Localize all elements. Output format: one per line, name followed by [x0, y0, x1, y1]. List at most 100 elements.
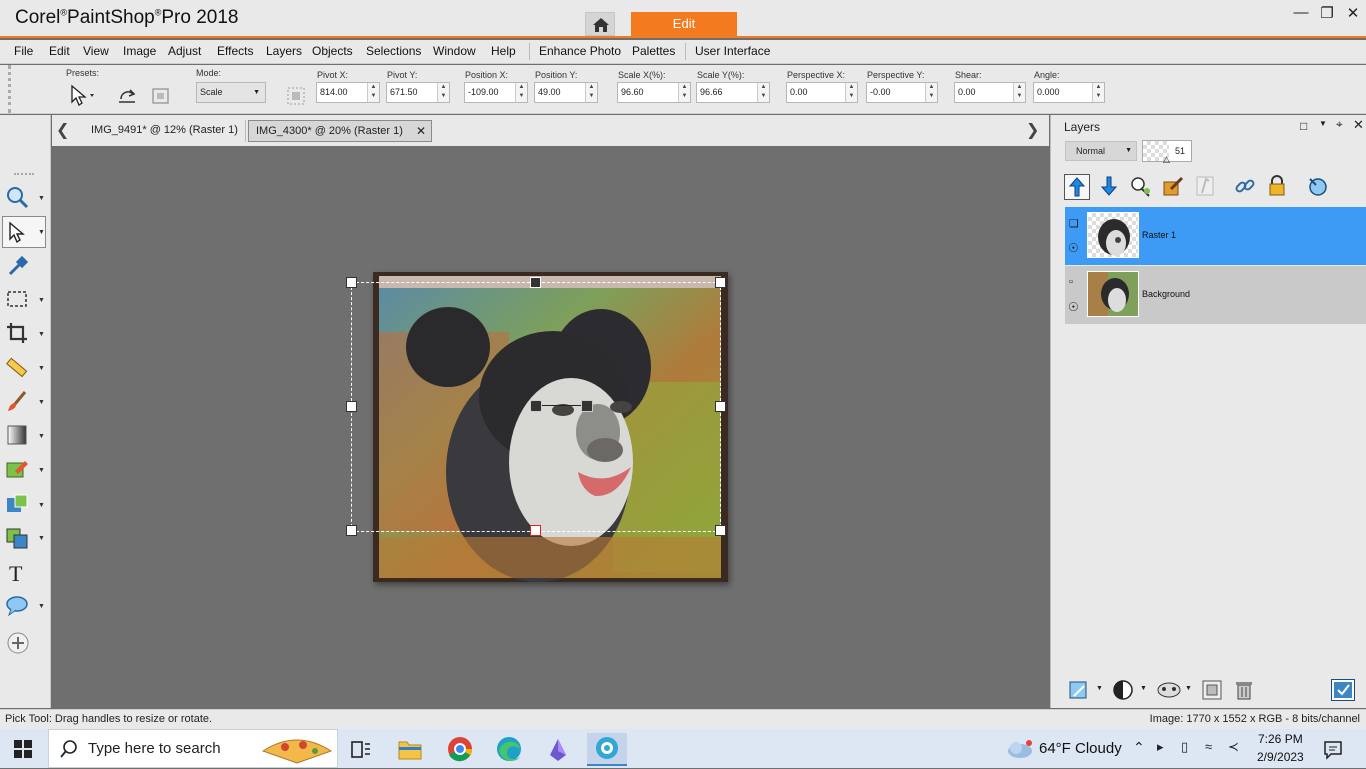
scale-x-field[interactable]: 96.60 ▲ ▼ [617, 82, 691, 103]
angle-field[interactable]: 0.000 ▲ ▼ [1033, 82, 1105, 103]
crop-tool[interactable] [5, 321, 31, 347]
shear-field[interactable]: 0.00 ▲ ▼ [954, 82, 1026, 103]
layer-row-raster1[interactable]: ❏ ☉ Raster 1 [1065, 207, 1366, 265]
menu-adjust[interactable]: Adjust [168, 44, 201, 58]
handle-bottom-right[interactable] [715, 525, 726, 536]
handle-middle-right[interactable] [715, 401, 726, 412]
perspective-x-field[interactable]: 0.00 ▲ ▼ [786, 82, 858, 103]
battery-icon[interactable]: ▯ [1181, 739, 1188, 755]
pin-icon[interactable]: ⌖ [1336, 117, 1343, 132]
eye-icon[interactable]: ☉ [1068, 241, 1079, 255]
spinner-icon[interactable]: ▲ ▼ [845, 83, 857, 102]
pivot-x-field[interactable]: 814.00 ▲ ▼ [316, 82, 380, 103]
menu-effects[interactable]: Effects [217, 44, 253, 58]
home-tab[interactable] [585, 12, 615, 36]
visibility-toggle-button[interactable] [1305, 174, 1331, 200]
spinner-icon[interactable]: ▲ ▼ [585, 83, 597, 102]
grip-handle[interactable] [8, 65, 18, 113]
spinner-icon[interactable]: ▲ ▼ [437, 83, 449, 102]
file-explorer-button[interactable] [390, 733, 430, 766]
document-tab-active[interactable]: IMG_4300* @ 20% (Raster 1) ✕ [248, 120, 432, 142]
add-tool-button[interactable] [5, 630, 31, 656]
edge-button[interactable] [489, 733, 529, 766]
link-layers-button[interactable] [1233, 174, 1259, 200]
maximize-icon[interactable]: □ [1300, 119, 1307, 133]
pivot-icon[interactable] [285, 85, 307, 107]
position-y-field[interactable]: 49.00 ▲ ▼ [534, 82, 598, 103]
group-layers-button[interactable] [1201, 679, 1223, 701]
close-window-button[interactable]: ✕ [1340, 4, 1366, 22]
notifications-button[interactable] [1322, 738, 1344, 760]
chevron-down-icon[interactable]: ▼ [38, 195, 45, 202]
dropper-tool[interactable] [5, 253, 31, 279]
mask-button[interactable] [1193, 174, 1219, 200]
edit-layer-button[interactable] [1161, 174, 1187, 200]
toolbar-grip[interactable] [14, 173, 34, 175]
paintshop-button[interactable] [587, 733, 627, 766]
eye-icon[interactable]: ☉ [1068, 300, 1079, 314]
minimize-button[interactable]: — [1288, 4, 1314, 22]
chevron-down-icon[interactable]: ▼ [38, 603, 45, 610]
mask-layer-button[interactable] [1156, 679, 1182, 701]
menu-selections[interactable]: Selections [366, 44, 421, 58]
handle-middle-left[interactable] [346, 401, 357, 412]
document-tab[interactable]: IMG_9491* @ 12% (Raster 1) [84, 120, 244, 142]
menu-layers[interactable]: Layers [266, 44, 302, 58]
straighten-tool[interactable] [5, 355, 31, 381]
spinner-icon[interactable]: ▲ ▼ [925, 83, 937, 102]
spinner-icon[interactable]: ▲ ▼ [757, 83, 769, 102]
text-tool[interactable]: T [5, 560, 31, 586]
pivot-y-field[interactable]: 671.50 ▲ ▼ [386, 82, 450, 103]
chevron-down-icon[interactable]: ▼ [38, 467, 45, 474]
chevron-down-icon[interactable]: ▼ [1140, 685, 1147, 692]
position-x-field[interactable]: -109.00 ▲ ▼ [464, 82, 528, 103]
restore-button[interactable]: ❐ [1314, 4, 1340, 22]
chevron-down-icon[interactable]: ▼ [38, 365, 45, 372]
menu-edit[interactable]: Edit [49, 44, 70, 58]
adjustment-layer-button[interactable] [1112, 679, 1134, 701]
mode-select[interactable]: Scale ▼ [196, 82, 266, 103]
menu-window[interactable]: Window [433, 44, 476, 58]
lock-layer-button[interactable] [1265, 174, 1291, 200]
layer-group-icon[interactable]: ❏ [1069, 217, 1079, 230]
eraser-tool[interactable] [5, 457, 31, 483]
chevron-down-icon[interactable]: ▼ [38, 297, 45, 304]
new-layer-button[interactable] [1067, 679, 1089, 701]
chevron-left-icon[interactable]: ❮ [56, 120, 69, 140]
selection-tool[interactable] [5, 287, 31, 313]
chevron-down-icon[interactable]: ▼ [38, 433, 45, 440]
volume-icon[interactable]: ≺ [1228, 739, 1239, 755]
menu-file[interactable]: File [14, 44, 33, 58]
app-button[interactable] [538, 733, 578, 766]
taskbar-search[interactable]: Type here to search [48, 729, 338, 768]
meet-now-icon[interactable]: ▸ [1157, 739, 1164, 755]
opacity-slider[interactable]: 51 △ [1142, 140, 1192, 164]
canvas-area[interactable] [52, 146, 1049, 708]
chevron-right-icon[interactable]: ❯ [1026, 120, 1039, 140]
clock-date[interactable]: 2/9/2023 [1257, 750, 1304, 764]
chevron-down-icon[interactable]: ▼ [38, 229, 45, 236]
chevron-up-icon[interactable]: ⌃ [1133, 739, 1145, 756]
weather-text[interactable]: 64°F Cloudy [1039, 740, 1122, 757]
clock-time[interactable]: 7:26 PM [1258, 732, 1303, 746]
handle-bottom-left[interactable] [346, 525, 357, 536]
chevron-down-icon[interactable]: ▼ [1185, 685, 1192, 692]
weather-icon[interactable] [1006, 739, 1034, 759]
move-layer-down-button[interactable] [1097, 174, 1123, 200]
rotation-pivot[interactable] [530, 400, 542, 412]
rotation-handle[interactable] [581, 400, 593, 412]
edit-workspace-tab[interactable]: Edit [631, 12, 737, 36]
preset-shape-tool[interactable] [5, 594, 31, 620]
wifi-icon[interactable]: ≈ [1205, 739, 1212, 754]
menu-palettes[interactable]: Palettes [632, 44, 675, 58]
chevron-down-icon[interactable]: ▼ [1096, 685, 1103, 692]
handle-top-center[interactable] [530, 277, 541, 288]
menu-help[interactable]: Help [491, 44, 516, 58]
menu-image[interactable]: Image [123, 44, 156, 58]
spinner-icon[interactable]: ▲ ▼ [367, 83, 379, 102]
paint-brush-tool[interactable] [5, 389, 31, 415]
chevron-down-icon[interactable]: ▼ [38, 331, 45, 338]
perspective-y-field[interactable]: -0.00 ▲ ▼ [866, 82, 938, 103]
presets-dropdown[interactable] [66, 82, 100, 108]
apply-button[interactable] [1331, 679, 1355, 701]
